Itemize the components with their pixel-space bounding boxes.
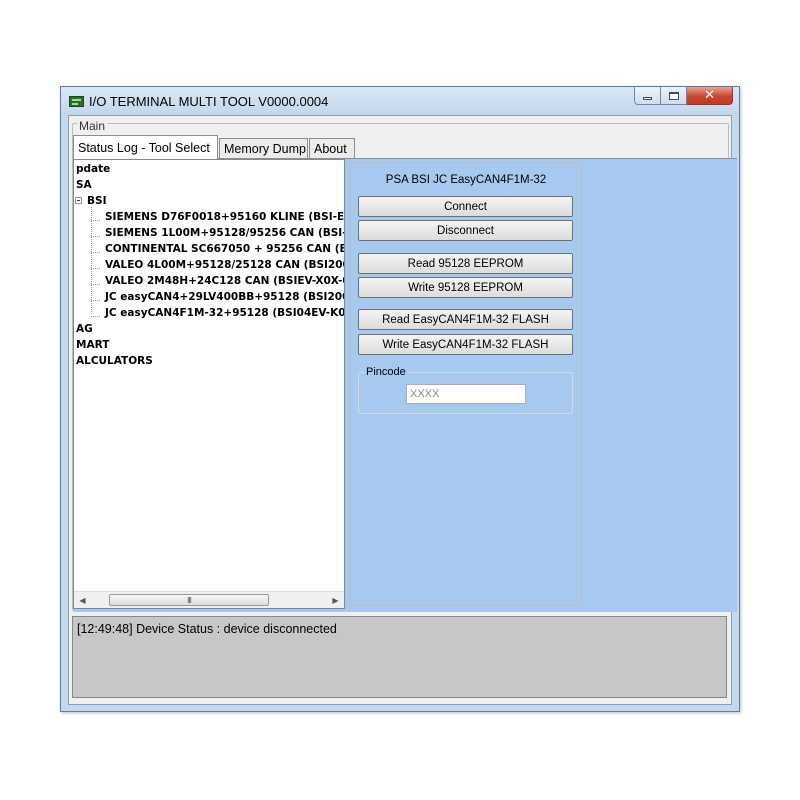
scroll-right-icon[interactable]: ▶	[327, 592, 344, 608]
tree-item[interactable]: ALCULATORS	[76, 354, 153, 368]
tree-item-bsi[interactable]: BSI	[87, 194, 106, 208]
read-flash-button[interactable]: Read EasyCAN4F1M-32 FLASH	[358, 309, 573, 330]
maximize-icon	[668, 91, 679, 100]
scroll-left-icon[interactable]: ◀	[74, 592, 91, 608]
tree-item[interactable]: VALEO 4L00M+95128/25128 CAN (BSI2004	[105, 258, 344, 272]
tree-item[interactable]: CONTINENTAL SC667050 + 95256 CAN (BSI-	[105, 242, 344, 256]
pincode-label: Pincode	[364, 366, 408, 378]
tree-item[interactable]: SA	[76, 178, 92, 192]
read-eeprom-button[interactable]: Read 95128 EEPROM	[358, 253, 573, 274]
tree-item[interactable]: MART	[76, 338, 109, 352]
close-icon: ✕	[704, 88, 715, 103]
tree-connector	[91, 252, 100, 253]
minimize-button[interactable]	[634, 87, 661, 105]
connect-button[interactable]: Connect	[358, 196, 573, 217]
tool-title: PSA BSI JC EasyCAN4F1M-32	[385, 174, 547, 186]
app-chip-icon	[69, 96, 84, 107]
tab-memory-dump[interactable]: Memory Dump	[219, 138, 308, 159]
maximize-button[interactable]	[661, 87, 687, 105]
tree-connector	[91, 284, 100, 285]
app-window: I/O TERMINAL MULTI TOOL V0000.0004 ✕ Mai…	[60, 86, 740, 712]
tree-connector	[91, 207, 92, 314]
close-button[interactable]: ✕	[687, 87, 733, 105]
log-line: [12:49:48] Device Status : device discon…	[77, 622, 337, 636]
client-area: Main Status Log - Tool Select Memory Dum…	[68, 115, 737, 705]
tree-connector	[91, 220, 100, 221]
tree-item[interactable]: SIEMENS 1L00M+95128/95256 CAN (BSI-S	[105, 226, 344, 240]
window-controls: ✕	[634, 87, 733, 106]
tree-item[interactable]: SIEMENS D76F0018+95160 KLINE (BSI-E0X	[105, 210, 344, 224]
tree-item-selected[interactable]: JC easyCAN4F1M-32+95128 (BSI04EV-K0X	[105, 306, 344, 320]
disconnect-button[interactable]: Disconnect	[358, 220, 573, 241]
tree-connector	[91, 316, 100, 317]
tree-horizontal-scrollbar[interactable]: ◀ III ▶	[74, 591, 344, 608]
write-eeprom-button[interactable]: Write 95128 EEPROM	[358, 277, 573, 298]
tool-panel: PSA BSI JC EasyCAN4F1M-32 Connect Discon…	[350, 162, 582, 606]
main-group-label: Main	[77, 119, 108, 133]
collapse-icon[interactable]	[75, 197, 82, 204]
tab-status-log[interactable]: Status Log - Tool Select	[73, 135, 218, 159]
tree-item[interactable]: VALEO 2M48H+24C128 CAN (BSIEV-X0X-00	[105, 274, 344, 288]
tree-item[interactable]: pdate	[76, 162, 110, 176]
write-flash-button[interactable]: Write EasyCAN4F1M-32 FLASH	[358, 334, 573, 355]
status-log[interactable]: [12:49:48] Device Status : device discon…	[72, 616, 727, 698]
minimize-icon	[643, 97, 652, 100]
pincode-input[interactable]	[406, 384, 526, 404]
tree-item[interactable]: JC easyCAN4+29LV400BB+95128 (BSI2004	[105, 290, 344, 304]
tool-tree[interactable]: pdate SA BSI SIEMENS D76F0018+95160 KLIN…	[73, 159, 345, 609]
tab-about[interactable]: About	[309, 138, 355, 159]
pincode-group: Pincode	[358, 366, 573, 414]
title-bar[interactable]: I/O TERMINAL MULTI TOOL V0000.0004 ✕	[61, 87, 739, 115]
tree-connector	[91, 300, 100, 301]
tab-panel-status-log: pdate SA BSI SIEMENS D76F0018+95160 KLIN…	[73, 158, 737, 612]
scrollbar-thumb[interactable]: III	[109, 594, 269, 606]
tree-connector	[91, 268, 100, 269]
tree-connector	[91, 236, 100, 237]
window-title: I/O TERMINAL MULTI TOOL V0000.0004	[89, 94, 329, 109]
tree-item[interactable]: AG	[76, 322, 93, 336]
